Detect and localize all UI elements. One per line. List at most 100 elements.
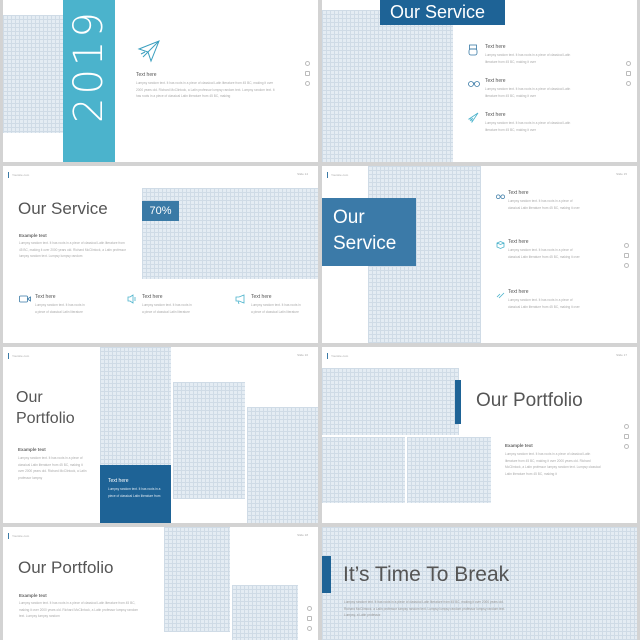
globe-icon[interactable] bbox=[626, 61, 631, 66]
item-heading: Text here bbox=[485, 112, 506, 118]
item-body: Lumpsy random text. It has roots in a pi… bbox=[485, 87, 571, 98]
item-body: Lumpsy random text. It has roots in a pi… bbox=[485, 121, 571, 132]
year-banner: 2019 bbox=[63, 0, 115, 162]
binoculars-icon bbox=[468, 78, 480, 88]
slide-number: Slide 15 bbox=[616, 172, 627, 176]
card-heading: Text here bbox=[108, 478, 129, 484]
globe-icon[interactable] bbox=[624, 424, 629, 429]
image-placeholder bbox=[322, 368, 459, 435]
slide-1-thumbnail[interactable]: 2019 Text here Lumpsy random text. It ha… bbox=[3, 0, 318, 162]
title-line-2: Service bbox=[333, 233, 397, 254]
body-text: Lumpsy random text. It has roots in a pi… bbox=[136, 81, 275, 98]
megaphone-icon bbox=[235, 294, 246, 304]
item-heading: Text here bbox=[142, 294, 163, 300]
title-box: Our Service bbox=[322, 198, 416, 266]
example-heading: Example text bbox=[19, 593, 47, 598]
slide-7-thumbnail[interactable]: Yoursite.com Slide 18 Our Portfolio Exam… bbox=[3, 527, 318, 640]
image-placeholder bbox=[322, 10, 453, 162]
item-heading: Text here bbox=[485, 78, 506, 84]
page-title: Our Portfolio bbox=[16, 387, 75, 429]
robot-icon bbox=[468, 44, 478, 56]
body-text: Lumpsy random text. It has roots in a pi… bbox=[505, 452, 601, 476]
item-body: Lumpsy random text. It has roots in a pi… bbox=[508, 298, 580, 309]
chat-icon[interactable] bbox=[307, 626, 312, 631]
box-icon bbox=[496, 241, 505, 249]
item-heading: Text here bbox=[508, 239, 529, 245]
site-label: Yoursite.com bbox=[327, 172, 348, 178]
slide-number: Slide 14 bbox=[297, 172, 308, 176]
item-body: Lumpsy random text. It has roots in a pi… bbox=[142, 303, 192, 314]
image-placeholder bbox=[247, 407, 318, 523]
item-body: Lumpsy random text. It has roots in a pi… bbox=[35, 303, 85, 314]
percent-badge: 70% bbox=[142, 201, 179, 221]
slide-number: Slide 16 bbox=[297, 353, 308, 357]
item-heading: Text here bbox=[251, 294, 272, 300]
item-body: Lumpsy random text. It has roots in a pi… bbox=[508, 199, 580, 210]
accent-bar bbox=[322, 556, 331, 593]
slide-5-thumbnail[interactable]: Yoursite.com Slide 16 Our Portfolio Exam… bbox=[3, 347, 318, 523]
site-label: Yoursite.com bbox=[8, 172, 29, 178]
body-text: Lumpsy random text. It has roots in a pi… bbox=[19, 601, 139, 618]
slide-8-thumbnail[interactable]: It’s Time To Break Lumpsy random text. I… bbox=[322, 527, 637, 640]
globe-icon[interactable] bbox=[307, 606, 312, 611]
page-title: Our Portfolio bbox=[476, 390, 583, 411]
page-title: Our Portfolio bbox=[18, 558, 114, 577]
item-heading: Text here bbox=[508, 289, 529, 295]
item-heading: Text here bbox=[508, 190, 529, 196]
slide-3-thumbnail[interactable]: Yoursite.com Slide 14 Our Service 70% Ex… bbox=[3, 166, 318, 343]
page-title: It’s Time To Break bbox=[343, 563, 510, 586]
video-camera-icon bbox=[19, 295, 31, 303]
copy-icon[interactable] bbox=[626, 71, 631, 76]
copy-icon[interactable] bbox=[305, 71, 310, 76]
rocket-icon bbox=[468, 112, 479, 123]
example-heading: Example text bbox=[19, 233, 47, 238]
example-heading: Example text bbox=[18, 447, 46, 452]
copy-icon[interactable] bbox=[624, 434, 629, 439]
body-text: Lumpsy random text. It has roots in a pi… bbox=[19, 241, 127, 258]
heading: Text here bbox=[136, 72, 157, 78]
link-icon bbox=[496, 291, 505, 299]
body-text: Lumpsy random text. It has roots in a pi… bbox=[344, 600, 506, 617]
title-box: Our Service bbox=[380, 0, 505, 25]
item-heading: Text here bbox=[485, 44, 506, 50]
example-heading: Example text bbox=[505, 443, 533, 448]
slide-4-thumbnail[interactable]: Yoursite.com Slide 15 Our Service Text h… bbox=[322, 166, 637, 343]
image-placeholder bbox=[322, 437, 405, 503]
chat-icon[interactable] bbox=[626, 81, 631, 86]
image-placeholder bbox=[3, 15, 65, 133]
portfolio-card: Text here Lumpsy random text. It has roo… bbox=[100, 465, 171, 523]
site-label: Yoursite.com bbox=[8, 533, 29, 539]
item-body: Lumpsy random text. It has roots in a pi… bbox=[251, 303, 301, 314]
chat-icon[interactable] bbox=[624, 444, 629, 449]
image-placeholder bbox=[232, 585, 298, 640]
title-line-1: Our bbox=[333, 207, 365, 228]
slide-2-thumbnail[interactable]: Our Service Text here Lumpsy random text… bbox=[322, 0, 637, 162]
image-placeholder bbox=[100, 347, 171, 465]
year-text: 2019 bbox=[66, 9, 112, 123]
item-body: Lumpsy random text. It has roots in a pi… bbox=[485, 53, 571, 64]
speaker-icon bbox=[127, 294, 137, 304]
globe-icon[interactable] bbox=[305, 61, 310, 66]
slide-number: Slide 17 bbox=[616, 353, 627, 357]
page-title: Our Service bbox=[18, 199, 108, 218]
body-text: Lumpsy random text. It has roots in a pi… bbox=[18, 456, 87, 480]
site-label: Yoursite.com bbox=[327, 353, 348, 359]
binoculars-icon bbox=[496, 192, 505, 200]
image-placeholder bbox=[173, 382, 245, 499]
image-placeholder bbox=[407, 437, 491, 503]
site-label: Yoursite.com bbox=[8, 353, 29, 359]
item-body: Lumpsy random text. It has roots in a pi… bbox=[508, 248, 580, 259]
slide-6-thumbnail[interactable]: Yoursite.com Slide 17 Our Portfolio Exam… bbox=[322, 347, 637, 523]
card-body: Lumpsy random text. It has roots in a pi… bbox=[108, 487, 161, 498]
title-line-2: Portfolio bbox=[16, 410, 75, 427]
accent-bar bbox=[455, 380, 461, 424]
copy-icon[interactable] bbox=[624, 253, 629, 258]
globe-icon[interactable] bbox=[624, 243, 629, 248]
page-title: Our Service bbox=[390, 2, 486, 22]
chat-icon[interactable] bbox=[305, 81, 310, 86]
item-heading: Text here bbox=[35, 294, 56, 300]
chat-icon[interactable] bbox=[624, 263, 629, 268]
copy-icon[interactable] bbox=[307, 616, 312, 621]
image-placeholder bbox=[164, 527, 230, 632]
paper-plane-icon bbox=[137, 39, 161, 63]
